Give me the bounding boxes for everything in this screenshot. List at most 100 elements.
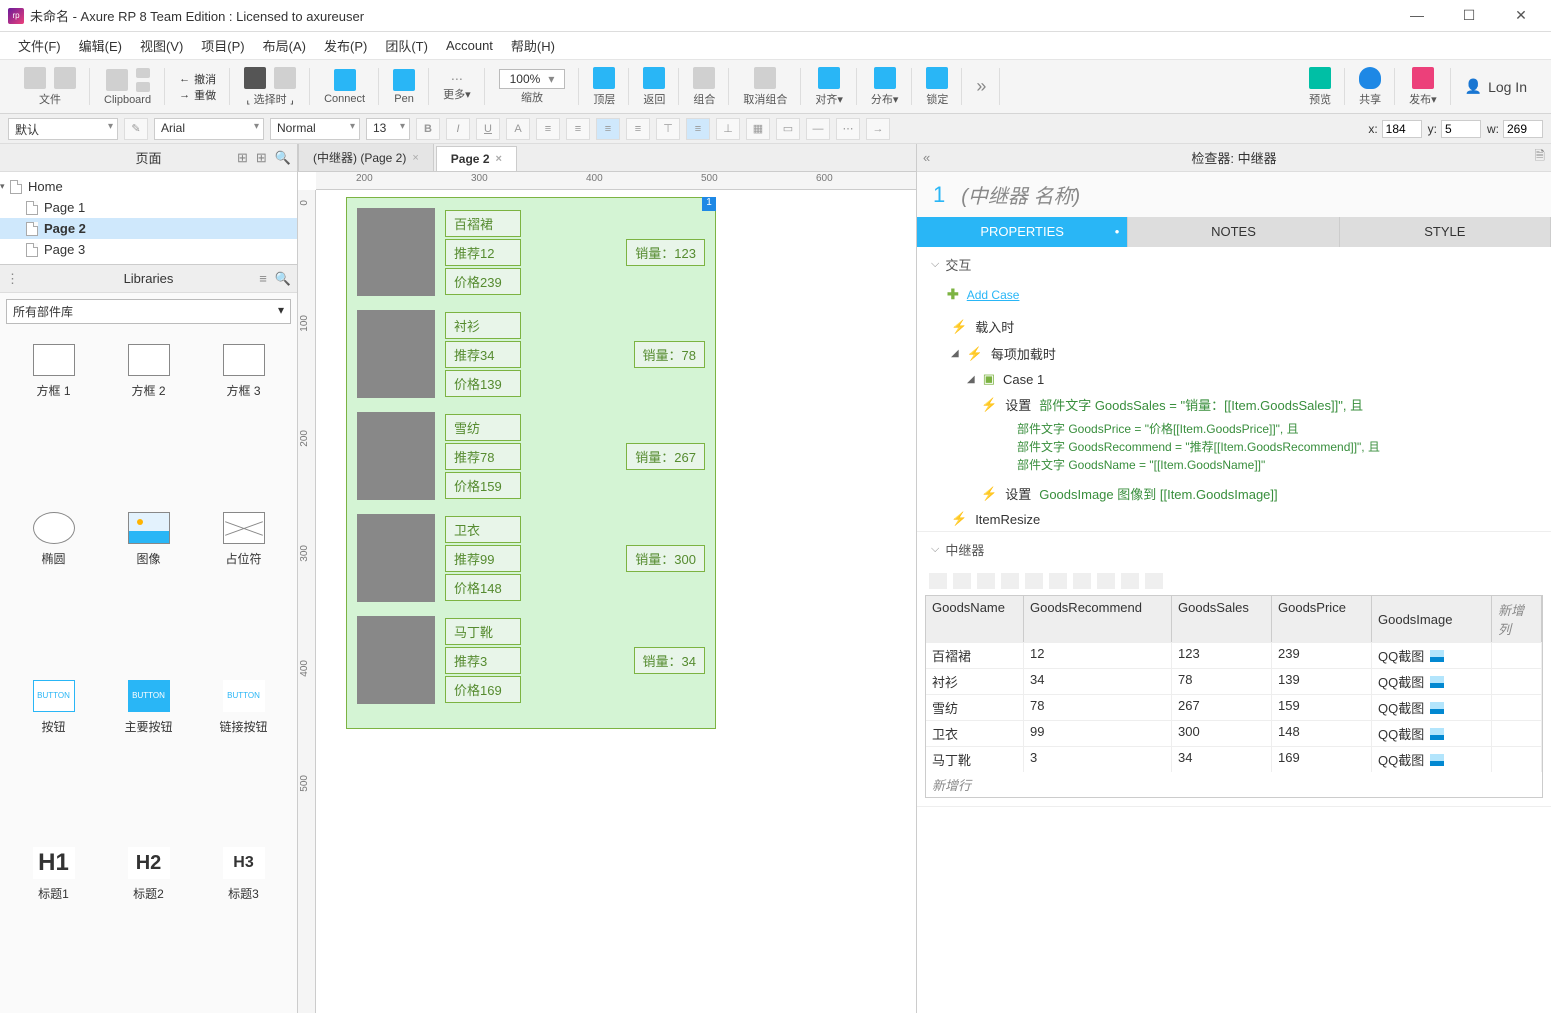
pen-icon[interactable] — [393, 69, 415, 91]
redo-button[interactable]: → 重做 — [179, 87, 216, 103]
note-icon[interactable]: 🗎 — [1535, 147, 1545, 169]
lib-widget[interactable]: BUTTON主要按钮 — [101, 672, 196, 840]
login-button[interactable]: 👤Log In — [1451, 74, 1541, 99]
valign-top-button[interactable]: ⊤ — [656, 118, 680, 140]
minimize-button[interactable]: — — [1403, 7, 1431, 24]
close-button[interactable]: ✕ — [1507, 7, 1535, 24]
tree-item[interactable]: Page 2 — [0, 218, 297, 239]
data-row[interactable]: 百褶裙12123239QQ截图 — [926, 642, 1542, 668]
select-icon[interactable] — [244, 67, 266, 89]
sales-field[interactable]: 销量：78 — [634, 341, 705, 368]
sales-field[interactable]: 销量：34 — [634, 647, 705, 674]
recommend-field[interactable]: 推荐3 — [445, 647, 521, 674]
repeater-data-grid[interactable]: GoodsName GoodsRecommend GoodsSales Good… — [925, 595, 1543, 798]
fill-button[interactable]: ▦ — [746, 118, 770, 140]
italic-button[interactable]: I — [446, 118, 470, 140]
valign-bot-button[interactable]: ⊥ — [716, 118, 740, 140]
repeater-row[interactable]: 衬衫推荐34价格139销量：78 — [357, 310, 705, 398]
table-tool[interactable] — [929, 573, 947, 589]
sales-field[interactable]: 销量：267 — [626, 443, 705, 470]
table-tool[interactable] — [1145, 573, 1163, 589]
y-input[interactable] — [1441, 120, 1481, 138]
paste-icon[interactable] — [106, 69, 128, 91]
bullets-button[interactable]: ≡ — [536, 118, 560, 140]
inspector-tab[interactable]: PROPERTIES — [917, 217, 1128, 247]
sales-field[interactable]: 销量：123 — [626, 239, 705, 266]
file-icon[interactable] — [24, 67, 46, 89]
repeater-row[interactable]: 百褶裙推荐12价格239销量：123 — [357, 208, 705, 296]
repeater-row[interactable]: 马丁靴推荐3价格169销量：34 — [357, 616, 705, 704]
publish-icon[interactable] — [1412, 67, 1434, 89]
close-tab-icon[interactable]: × — [412, 152, 418, 164]
lib-widget[interactable]: 图像 — [101, 504, 196, 672]
tree-item[interactable]: Page 3 — [0, 239, 297, 260]
document-tab[interactable]: Page 2× — [436, 146, 517, 171]
price-field[interactable]: 价格239 — [445, 268, 521, 295]
lib-widget[interactable]: H2标题2 — [101, 839, 196, 1007]
line-color-button[interactable]: ▭ — [776, 118, 800, 140]
x-input[interactable] — [1382, 120, 1422, 138]
canvas[interactable]: 1 百褶裙推荐12价格239销量：123衬衫推荐34价格139销量：78雪纺推荐… — [316, 190, 916, 996]
align-icon[interactable] — [818, 67, 840, 89]
library-select[interactable]: 所有部件库▾ — [6, 299, 291, 324]
lib-widget[interactable]: 方框 3 — [196, 336, 291, 504]
lib-widget[interactable]: H1标题1 — [6, 839, 101, 1007]
lib-widget[interactable]: BUTTON链接按钮 — [196, 672, 291, 840]
lib-widget[interactable]: H3标题3 — [196, 839, 291, 1007]
back-icon[interactable] — [643, 67, 665, 89]
data-row[interactable]: 马丁靴334169QQ截图 — [926, 746, 1542, 772]
repeater-row[interactable]: 卫衣推荐99价格148销量：300 — [357, 514, 705, 602]
menu-item[interactable]: 项目(P) — [193, 33, 252, 58]
weight-select[interactable]: Normal — [270, 118, 360, 140]
search-icon[interactable]: 🔍 — [275, 150, 291, 166]
menu-item[interactable]: 编辑(E) — [71, 33, 130, 58]
price-field[interactable]: 价格159 — [445, 472, 521, 499]
table-tool[interactable] — [1001, 573, 1019, 589]
price-field[interactable]: 价格148 — [445, 574, 521, 601]
tree-root[interactable]: Home — [0, 176, 297, 197]
maximize-button[interactable]: ☐ — [1455, 7, 1483, 24]
interactions-section-header[interactable]: 交互 — [917, 247, 1551, 282]
lib-widget[interactable]: 椭圆 — [6, 504, 101, 672]
align-right-button[interactable]: ≡ — [626, 118, 650, 140]
product-image[interactable] — [357, 310, 435, 398]
inspector-tab[interactable]: STYLE — [1340, 217, 1551, 247]
repeater-section-header[interactable]: 中继器 — [917, 532, 1551, 567]
document-tab[interactable]: (中继器) (Page 2)× — [298, 144, 434, 171]
file-icon-2[interactable] — [54, 67, 76, 89]
price-field[interactable]: 价格139 — [445, 370, 521, 397]
sales-field[interactable]: 销量：300 — [626, 545, 705, 572]
recommend-field[interactable]: 推荐34 — [445, 341, 521, 368]
table-tool[interactable] — [1097, 573, 1115, 589]
menu-item[interactable]: 团队(T) — [377, 33, 436, 58]
data-row[interactable]: 衬衫3478139QQ截图 — [926, 668, 1542, 694]
overflow-button[interactable]: » — [976, 76, 986, 97]
text-color-button[interactable]: A — [506, 118, 530, 140]
cut-icon[interactable] — [136, 68, 150, 78]
menu-item[interactable]: Account — [438, 35, 501, 56]
table-tool[interactable] — [977, 573, 995, 589]
font-select[interactable]: Arial — [154, 118, 264, 140]
name-field[interactable]: 卫衣 — [445, 516, 521, 543]
line-weight-button[interactable]: — — [806, 118, 830, 140]
inspector-tab[interactable]: NOTES — [1128, 217, 1339, 247]
zoom-select[interactable]: 100%▾ — [499, 69, 566, 89]
col-header[interactable]: GoodsImage — [1372, 596, 1492, 642]
valign-mid-button[interactable]: ≡ — [686, 118, 710, 140]
recommend-field[interactable]: 推荐78 — [445, 443, 521, 470]
front-icon[interactable] — [593, 67, 615, 89]
lib-widget[interactable]: 方框 1 — [6, 336, 101, 504]
more-label[interactable]: 更多▾ — [443, 86, 471, 102]
w-input[interactable] — [1503, 120, 1543, 138]
widget-name-input[interactable]: (中继器 名称) — [961, 180, 1080, 209]
col-header[interactable]: GoodsName — [926, 596, 1024, 642]
product-image[interactable] — [357, 616, 435, 704]
copy-icon[interactable] — [136, 82, 150, 92]
expand-icon[interactable]: ◢ — [951, 348, 959, 359]
data-row[interactable]: 雪纺78267159QQ截图 — [926, 694, 1542, 720]
bold-button[interactable]: B — [416, 118, 440, 140]
lib-list-icon[interactable]: ≡ — [259, 271, 267, 287]
name-field[interactable]: 百褶裙 — [445, 210, 521, 237]
distribute-icon[interactable] — [874, 67, 896, 89]
table-tool[interactable] — [1073, 573, 1091, 589]
